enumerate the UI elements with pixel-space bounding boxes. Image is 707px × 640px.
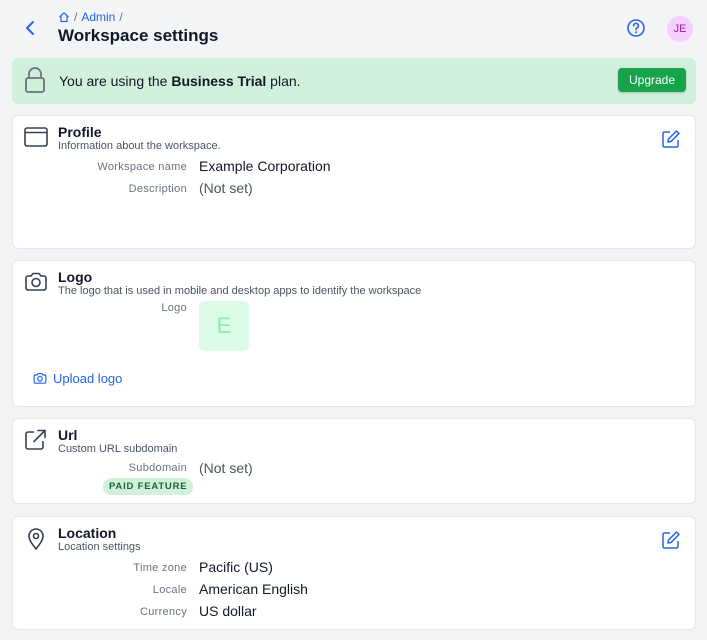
upgrade-button[interactable]: Upgrade <box>618 68 686 92</box>
workspace-name-label: Workspace name <box>97 161 187 173</box>
locale-value: American English <box>199 581 308 597</box>
time-zone-value: Pacific (US) <box>199 559 273 575</box>
time-zone-label: Time zone <box>133 562 187 574</box>
edit-icon <box>662 130 680 148</box>
location-card: Location Location settings Time zone Pac… <box>12 516 696 630</box>
url-subtitle: Custom URL subdomain <box>58 443 178 455</box>
description-label: Description <box>128 183 187 195</box>
camera-icon <box>33 372 47 384</box>
url-card: Url Custom URL subdomain Subdomain (Not … <box>12 418 696 504</box>
page-title: Workspace settings <box>58 26 219 45</box>
profile-title: Profile <box>58 124 102 140</box>
window-icon <box>24 127 48 147</box>
location-subtitle: Location settings <box>58 541 141 553</box>
avatar[interactable]: JE <box>667 16 693 42</box>
breadcrumb-separator: / <box>119 10 123 24</box>
breadcrumb: / Admin / <box>58 10 123 24</box>
currency-value: US dollar <box>199 603 257 619</box>
breadcrumb-admin-link[interactable]: Admin <box>81 10 115 24</box>
help-button[interactable] <box>626 18 646 38</box>
subdomain-value: (Not set) <box>199 460 253 476</box>
upload-logo-link[interactable]: Upload logo <box>33 371 122 386</box>
logo-subtitle: The logo that is used in mobile and desk… <box>58 285 422 297</box>
upload-logo-label: Upload logo <box>53 371 123 386</box>
camera-icon <box>25 272 47 291</box>
description-value: (Not set) <box>199 180 253 196</box>
logo-card: Logo The logo that is used in mobile and… <box>12 260 696 407</box>
help-circle-icon <box>627 19 645 37</box>
logo-label: Logo <box>161 302 187 314</box>
location-title: Location <box>58 525 117 541</box>
plan-message-prefix: You are using the <box>59 73 172 89</box>
profile-subtitle: Information about the workspace. <box>58 140 221 152</box>
profile-card: Profile Information about the workspace.… <box>12 115 696 249</box>
external-link-icon <box>25 429 46 450</box>
workspace-logo: E <box>199 301 249 351</box>
page-header: / Admin / Workspace settings JE <box>0 0 707 56</box>
home-icon[interactable] <box>58 11 70 23</box>
chevron-left-icon <box>26 21 34 35</box>
plan-message: You are using the Business Trial plan. <box>59 73 301 89</box>
paid-feature-badge: PAID FEATURE <box>103 478 194 495</box>
edit-profile-button[interactable] <box>661 129 681 149</box>
edit-location-button[interactable] <box>661 530 681 550</box>
url-title: Url <box>58 427 78 443</box>
edit-icon <box>662 531 680 549</box>
lock-icon <box>25 67 45 93</box>
plan-banner: You are using the Business Trial plan. U… <box>12 58 696 104</box>
map-pin-icon <box>28 528 44 550</box>
back-button[interactable] <box>20 18 40 38</box>
plan-message-suffix: plan. <box>266 73 301 89</box>
locale-label: Locale <box>152 584 187 596</box>
breadcrumb-separator: / <box>74 10 78 24</box>
subdomain-label: Subdomain <box>128 462 187 474</box>
workspace-name-value: Example Corporation <box>199 158 331 174</box>
currency-label: Currency <box>139 606 187 618</box>
logo-title: Logo <box>58 269 93 285</box>
plan-name: Business Trial <box>171 73 267 89</box>
